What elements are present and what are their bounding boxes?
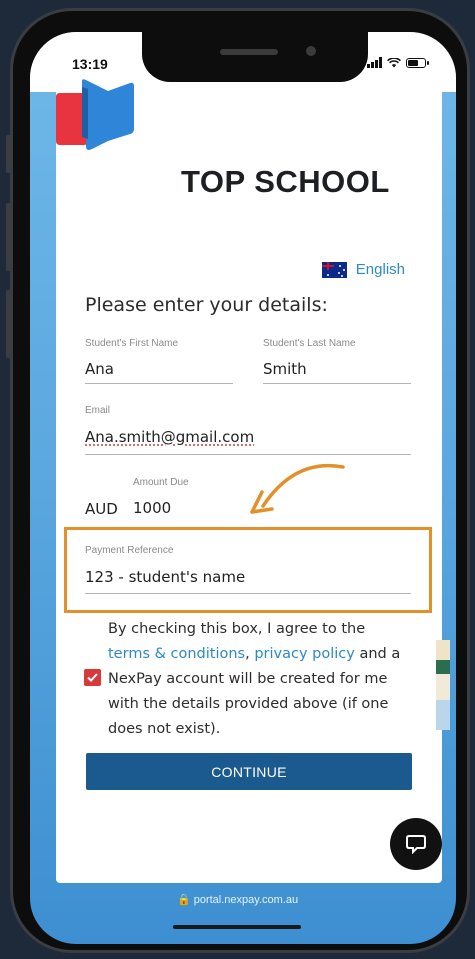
payment-reference-field[interactable]: Payment Reference 123 - student's name: [85, 545, 411, 594]
amount-due-label: Amount Due: [133, 477, 189, 488]
currency-label: AUD: [85, 500, 118, 518]
email-label: Email: [85, 405, 111, 416]
language-selector[interactable]: English: [321, 261, 405, 278]
consent-text-part: By checking this box, I agree to the: [108, 621, 366, 637]
last-name-field[interactable]: Student's Last Name Smith: [263, 338, 411, 384]
payment-reference-value: 123 - student's name: [85, 568, 246, 586]
chat-bubble-icon: [406, 835, 426, 854]
front-camera: [306, 46, 316, 56]
phone-notch: [142, 32, 368, 82]
battery-icon: [406, 57, 429, 68]
top-school-logo-icon: [56, 79, 134, 150]
terms-link[interactable]: terms & conditions: [108, 646, 245, 662]
wifi-icon: [387, 57, 401, 67]
checkmark-icon: [87, 673, 98, 682]
chat-button[interactable]: [390, 818, 442, 870]
first-name-field[interactable]: Student's First Name Ana: [85, 338, 233, 384]
background-books-image: [436, 640, 450, 730]
last-name-label: Student's Last Name: [263, 338, 356, 349]
browser-address-bar[interactable]: 🔒 portal.nexpay.com.au: [0, 893, 475, 906]
status-icons: [367, 57, 429, 68]
last-name-value: Smith: [263, 360, 307, 378]
consent-checkbox[interactable]: [84, 669, 101, 686]
first-name-value: Ana: [85, 360, 114, 378]
consent-text: By checking this box, I agree to the ter…: [108, 617, 408, 742]
payment-reference-label: Payment Reference: [85, 545, 174, 556]
amount-due-value[interactable]: 1000: [133, 499, 171, 517]
highlight-arrow-icon: [250, 463, 345, 514]
lock-icon: 🔒: [176, 894, 194, 906]
speaker-grille: [220, 49, 278, 55]
mute-switch: [6, 135, 12, 173]
volume-down-button: [6, 290, 12, 358]
email-field[interactable]: Email Ana.smith@gmail.com: [85, 405, 411, 455]
home-indicator: [173, 925, 301, 929]
australia-flag-icon: [321, 261, 347, 278]
cellular-signal-icon: [367, 57, 382, 68]
address-url: portal.nexpay.com.au: [193, 894, 299, 906]
form-heading: Please enter your details:: [85, 294, 328, 316]
privacy-policy-link[interactable]: privacy policy: [254, 646, 355, 662]
status-time: 13:19: [72, 56, 108, 72]
volume-up-button: [6, 203, 12, 271]
language-label: English: [355, 261, 405, 278]
first-name-label: Student's First Name: [85, 338, 179, 349]
continue-button[interactable]: CONTINUE: [86, 753, 412, 790]
consent-text-part: ,: [245, 646, 255, 662]
brand-name: TOP SCHOOL: [181, 164, 390, 199]
email-value: Ana.smith@gmail.com: [85, 428, 255, 446]
